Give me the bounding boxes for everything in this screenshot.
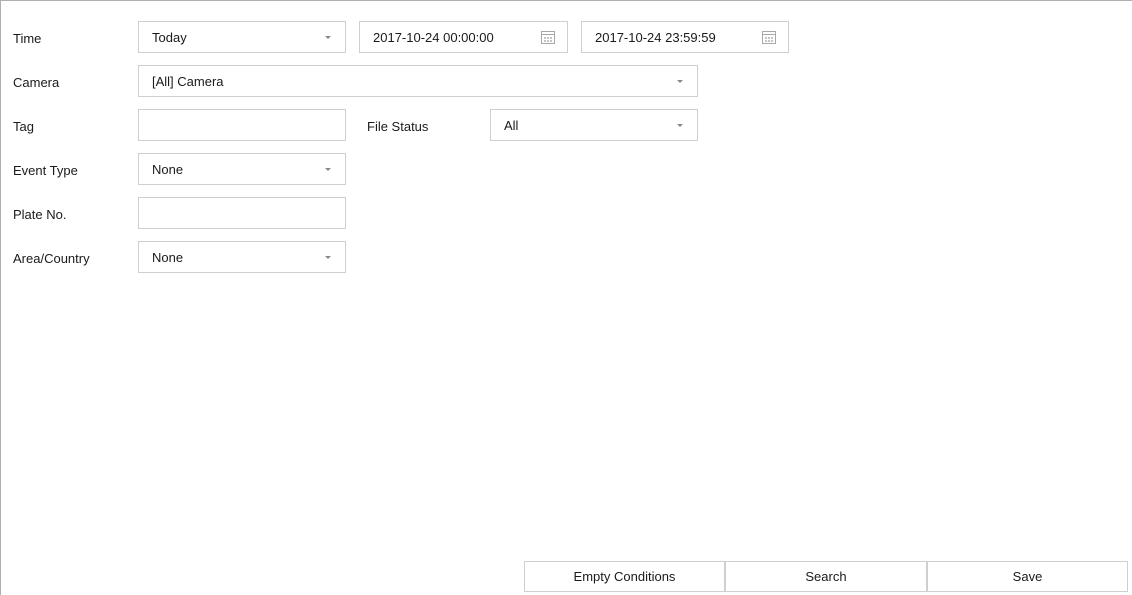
- chevron-down-icon: [325, 167, 331, 171]
- search-conditions-panel: Time Today 2017-10-24 00:00:00 2017-10-2…: [0, 0, 1132, 595]
- chevron-down-icon: [677, 123, 683, 127]
- chevron-down-icon: [677, 79, 683, 83]
- file-status-label: File Status: [367, 119, 429, 134]
- area-country-label: Area/Country: [13, 251, 90, 266]
- camera-label: Camera: [13, 75, 60, 90]
- event-type-select[interactable]: None: [138, 153, 346, 185]
- start-time-value: 2017-10-24 00:00:00: [373, 29, 494, 45]
- chevron-down-icon: [325, 255, 331, 259]
- tag-input[interactable]: [138, 109, 346, 141]
- tag-label: Tag: [13, 119, 34, 134]
- empty-conditions-button[interactable]: Empty Conditions: [524, 561, 725, 592]
- time-range-select[interactable]: Today: [138, 21, 346, 53]
- file-status-value: All: [504, 117, 519, 133]
- event-type-value: None: [152, 161, 184, 177]
- area-country-select[interactable]: None: [138, 241, 346, 273]
- camera-select[interactable]: [All] Camera: [138, 65, 698, 97]
- time-label: Time: [13, 31, 42, 46]
- search-button[interactable]: Search: [725, 561, 927, 592]
- plate-no-label: Plate No.: [13, 207, 67, 222]
- plate-no-input[interactable]: [138, 197, 346, 229]
- time-range-value: Today: [152, 29, 187, 45]
- calendar-icon[interactable]: [541, 30, 555, 44]
- start-time-field[interactable]: 2017-10-24 00:00:00: [359, 21, 568, 53]
- end-time-value: 2017-10-24 23:59:59: [595, 29, 716, 45]
- camera-value: [All] Camera: [152, 73, 224, 89]
- file-status-select[interactable]: All: [490, 109, 698, 141]
- chevron-down-icon: [325, 35, 331, 39]
- end-time-field[interactable]: 2017-10-24 23:59:59: [581, 21, 789, 53]
- area-country-value: None: [152, 249, 184, 265]
- event-type-label: Event Type: [13, 163, 78, 178]
- calendar-icon[interactable]: [762, 30, 776, 44]
- save-button[interactable]: Save: [927, 561, 1128, 592]
